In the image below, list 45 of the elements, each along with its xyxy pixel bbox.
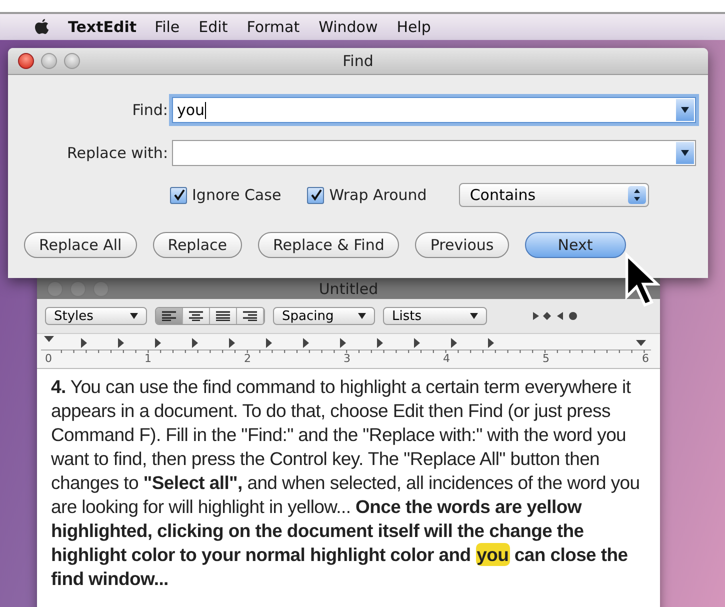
close-button[interactable] [18,53,34,69]
menu-item[interactable]: Edit [198,18,228,36]
action-button[interactable]: Previous [415,232,509,258]
apple-logo-icon[interactable] [34,18,50,36]
checkbox-label: Wrap Around [329,186,427,204]
mouse-pointer-icon [624,252,660,308]
action-button[interactable]: Replace [152,232,242,258]
dropdown-arrow-icon [358,313,366,319]
ruler-number: 3 [344,353,350,365]
ruler-number: 4 [443,353,450,365]
ruler-number: 5 [542,353,550,365]
menu-item[interactable]: File [154,18,180,36]
menu-app-name[interactable]: TextEdit [68,18,137,36]
ruler[interactable]: 0 1 2 3 4 5 6 [37,334,660,369]
find-field[interactable]: you [172,97,696,123]
ruler-number: 6 [642,353,649,365]
lists-popup[interactable]: Lists [383,307,487,325]
field-label: Find: [131,101,169,119]
menu-item[interactable]: Help [396,18,431,36]
window-title: Untitled [318,280,380,298]
replace-field[interactable] [172,140,696,166]
ruler-number: 2 [244,353,251,365]
checkbox[interactable] [170,186,187,204]
align-right-icon[interactable] [237,308,264,324]
field-label: Replace with: [66,144,169,162]
action-button[interactable]: Replace & Find [258,232,400,258]
align-center-icon[interactable] [183,308,210,324]
spacing-popup[interactable]: Spacing [273,307,375,325]
action-button[interactable]: Replace All [24,232,137,258]
checkbox[interactable] [307,186,324,204]
checkbox-label: Ignore Case [192,186,282,204]
match-mode-popup[interactable]: Contains [458,183,649,207]
align-justify-icon[interactable] [210,308,237,324]
ruler-number: 0 [45,353,52,365]
action-button[interactable]: Next [524,232,626,258]
dropdown-arrow-icon [130,313,138,319]
menu-item[interactable]: Format [246,18,300,36]
dropdown-arrow-icon [470,313,478,319]
ruler-number: 1 [144,353,152,365]
stepper-arrows-icon[interactable] [628,186,646,204]
window-title: Find [342,52,374,70]
document-paragraph: 4. You can use the find command to highlight a certain term everywhere it appears in a document. To do that, choose Edit then Find (or just press Command F). Fill in the "Find:" and the "Replace with:" with the word you want to find, then press the Control key. The "Replace All" button then changes to "Select all", and when selected, all incidences of the word you are looking for will highlight in yellow... Once the words are yellow highlighted, clicking on the document itself will the change the highlight color to your normal highlight color and you can close the find window... [51,375,641,591]
styles-popup[interactable]: Styles [45,307,147,325]
align-left-icon[interactable] [156,308,183,324]
menu-item[interactable]: Window [318,18,378,36]
